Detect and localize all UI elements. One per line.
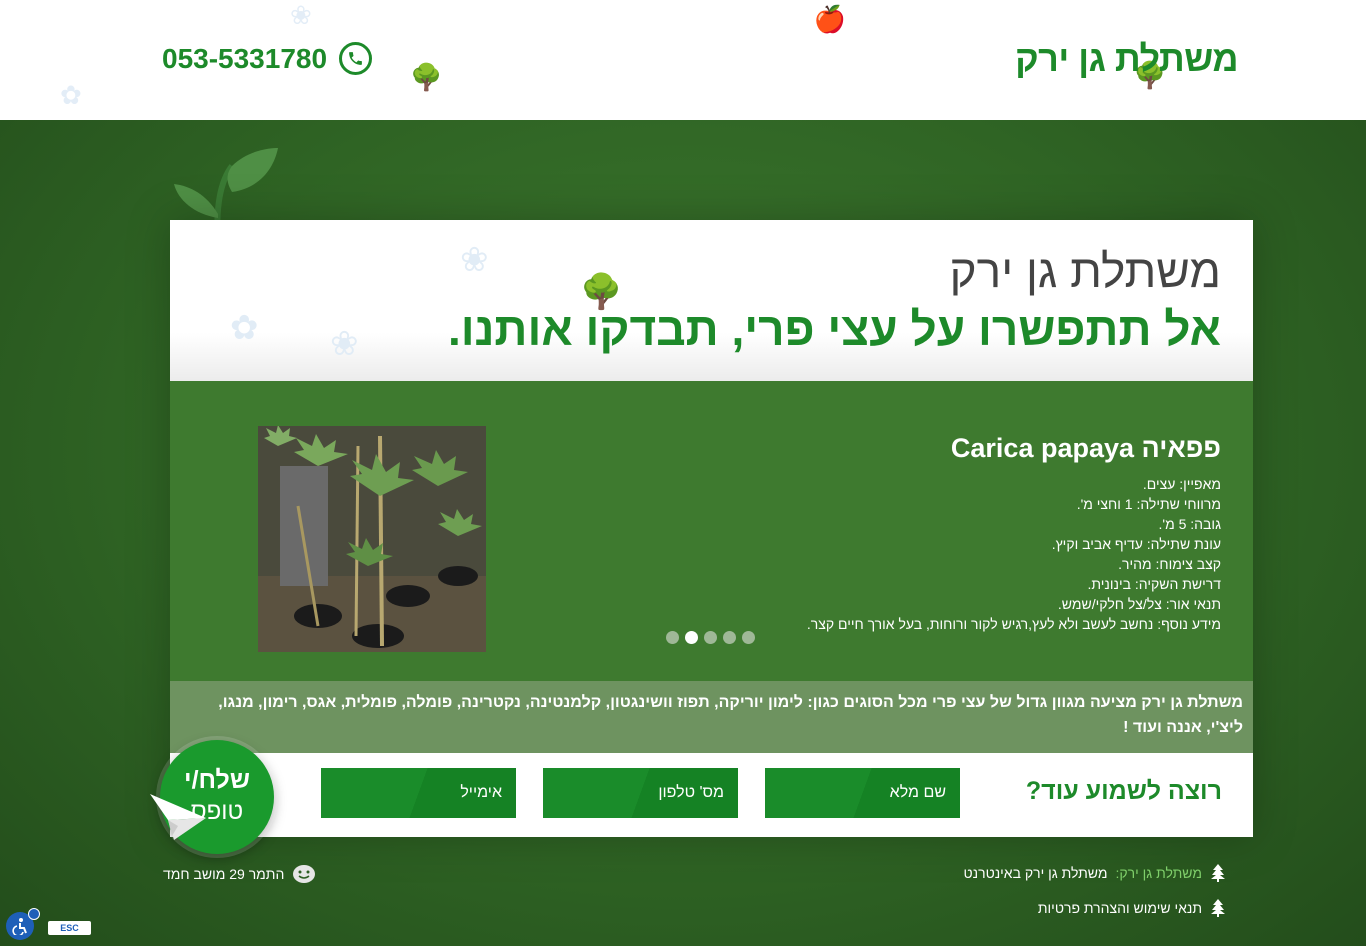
spec-item: עונת שתילה: עדיף אביב וקיץ. xyxy=(1051,536,1221,552)
slider-dot[interactable] xyxy=(723,631,736,644)
accessibility-icon xyxy=(12,918,27,935)
decor-flower-icon: ✿ xyxy=(230,309,259,347)
site-header: 🌳 🍎 🌳 ❀ ✿ משתלת גן ירק 053-5331780 xyxy=(0,0,1366,120)
footer-link-text: משתלת גן ירק באינטרנט xyxy=(963,865,1108,881)
slider-dot[interactable] xyxy=(666,631,679,644)
footer-address: התמר 29 מושב חמד xyxy=(163,864,316,884)
contact-form: רוצה לשמוע עוד? שם מלא מס' טלפון אימייל xyxy=(170,753,1253,837)
product-slider[interactable]: פפאיה Carica papaya מאפיין: עצים. מרווחי… xyxy=(170,381,1253,681)
check-icon xyxy=(28,908,40,920)
site-logo[interactable]: משתלת גן ירק xyxy=(1015,38,1238,80)
hero-headline: אל תתפשרו על עצי פרי, תבדקו אותנו. xyxy=(447,303,1221,355)
product-image xyxy=(258,426,486,652)
footer-link-label: משתלת גן ירק: xyxy=(1115,865,1202,881)
full-name-field[interactable]: שם מלא xyxy=(765,768,960,818)
spec-item: גובה: 5 מ'. xyxy=(1158,516,1221,532)
slider-dot[interactable] xyxy=(704,631,717,644)
spec-item: מרווחי שתילה: 1 וחצי מ'. xyxy=(1076,496,1221,512)
spec-item: דרישת השקיה: בינונית. xyxy=(1087,576,1221,592)
phone-icon xyxy=(339,42,373,75)
slider-dots xyxy=(666,631,755,644)
info-text: משתלת גן ירק מציעה מגוון גדול של עצי פרי… xyxy=(218,694,1243,736)
hero-header: ❀ 🌳 ✿ ❀ משתלת גן ירק אל תתפשרו על עצי פר… xyxy=(170,220,1253,381)
decor-apple-icon: 🍎 xyxy=(813,4,846,34)
footer-link-terms[interactable]: תנאי שימוש והצהרת פרטיות xyxy=(964,897,1226,919)
send-form-button[interactable]: שלח/י טופס xyxy=(150,740,274,854)
spec-item: מאפיין: עצים. xyxy=(1142,476,1221,492)
footer-link-internet[interactable]: משתלת גן ירק: משתלת גן ירק באינטרנט xyxy=(964,862,1226,884)
product-title: פפאיה Carica papaya xyxy=(950,433,1221,463)
paper-plane-icon xyxy=(150,794,206,840)
decor-flower-icon: ❀ xyxy=(460,241,489,279)
decor-flower-icon: ❀ xyxy=(330,325,359,363)
footer-links: משתלת גן ירק: משתלת גן ירק באינטרנט תנאי… xyxy=(964,862,1226,932)
footer-link-text: תנאי שימוש והצהרת פרטיות xyxy=(1037,900,1202,916)
accessibility-button[interactable] xyxy=(6,908,40,940)
decor-tree-icon: 🌳 xyxy=(410,62,443,92)
email-field[interactable]: אימייל xyxy=(321,768,516,818)
spec-item: תנאי אור: צל/צל חלקי/שמש. xyxy=(1057,596,1221,612)
phone-field[interactable]: מס' טלפון xyxy=(543,768,738,818)
smiley-bubble-icon xyxy=(293,865,316,883)
phone-number: 053-5331780 xyxy=(162,42,328,74)
info-strip: משתלת גן ירק מציעה מגוון גדול של עצי פרי… xyxy=(170,681,1253,753)
spec-item: קצב צימוח: מהיר. xyxy=(1118,556,1221,572)
hero-subtitle: משתלת גן ירק xyxy=(949,245,1221,297)
address-text: התמר 29 מושב חמד xyxy=(163,866,285,882)
main-card: ❀ 🌳 ✿ ❀ משתלת גן ירק אל תתפשרו על עצי פר… xyxy=(170,220,1253,837)
decor-flower-icon: ✿ xyxy=(60,80,82,110)
slider-dot-active[interactable] xyxy=(685,631,698,644)
header-phone-link[interactable]: 053-5331780 xyxy=(162,42,373,75)
decor-flower-icon: ❀ xyxy=(290,0,312,30)
slider-dot[interactable] xyxy=(742,631,755,644)
spec-item: מידע נוסף: נחשב לעשב ולא לעץ,רגיש לקור ו… xyxy=(806,616,1221,632)
form-title: רוצה לשמוע עוד? xyxy=(1025,777,1222,805)
product-specs: מאפיין: עצים. מרווחי שתילה: 1 וחצי מ'. ג… xyxy=(807,474,1221,634)
tree-icon xyxy=(1211,864,1225,882)
esc-button[interactable]: ESC xyxy=(48,921,91,935)
tree-icon xyxy=(1211,899,1225,917)
